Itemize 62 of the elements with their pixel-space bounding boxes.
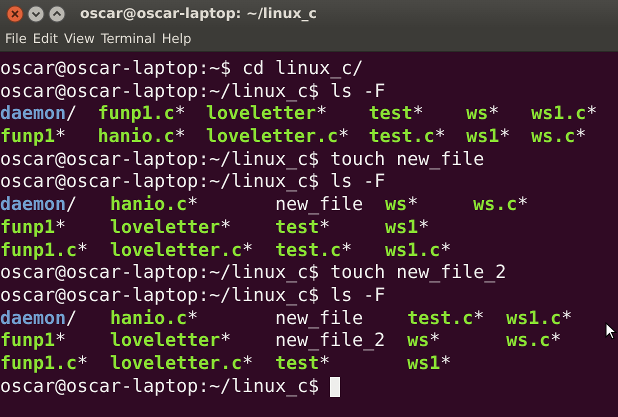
file-name: ws1.c* (385, 240, 452, 262)
file-name: ws1* (385, 216, 430, 240)
file-name: ws* (466, 103, 500, 126)
prompt-text: oscar@oscar-laptop:~/linux_c$ (0, 80, 320, 104)
file-name: loveletter* (110, 330, 232, 353)
window-title: oscar@oscar-laptop: ~/linux_c (80, 6, 317, 22)
file-name: ws1* (407, 352, 452, 376)
menu-item[interactable]: View (60, 30, 98, 48)
prompt-text: oscar@oscar-laptop:~/linux_c$ (0, 262, 320, 285)
prompt-text: oscar@oscar-laptop:~$ (0, 58, 232, 81)
file-name: test.c* (275, 240, 354, 262)
file-name: funp1.c* (0, 240, 90, 262)
file-name: ws* (385, 194, 420, 217)
prompt-text: oscar@oscar-laptop:~/linux_c$ (0, 376, 320, 398)
file-name: loveletter.c* (110, 240, 254, 262)
file-name: loveletter* (206, 103, 328, 126)
file-name: ws1.c* (531, 103, 598, 126)
file-name: test* (368, 103, 425, 126)
file-name: hanio.c* (110, 308, 200, 330)
close-icon[interactable] (6, 4, 24, 22)
command-text: ls -F (330, 171, 386, 194)
file-name: loveletter* (110, 216, 232, 240)
minimize-icon[interactable] (27, 4, 45, 22)
mouse-pointer-icon (605, 322, 617, 340)
menu-item[interactable]: File (2, 30, 30, 48)
prompt-text: oscar@oscar-laptop:~/linux_c$ (0, 148, 320, 172)
file-name: ws.c* (531, 126, 588, 149)
file-name: funp1* (0, 330, 68, 353)
file-name: loveletter.c* (110, 352, 254, 376)
file-name: test* (275, 352, 332, 376)
maximize-icon[interactable] (48, 4, 66, 22)
file-name: ws1.c* (506, 308, 574, 330)
file-name: ws* (407, 330, 442, 353)
file-name: funp1* (0, 126, 68, 149)
file-name: hanio.c* (98, 126, 187, 149)
command-text: ls -F (330, 284, 386, 308)
file-name: funp1* (0, 216, 68, 240)
file-name: loveletter.c* (206, 126, 350, 149)
prompt-text: oscar@oscar-laptop:~/linux_c$ (0, 171, 320, 194)
file-name: new_file (275, 308, 364, 330)
command-text: ls -F (330, 80, 386, 104)
file-name: ws.c* (473, 194, 530, 217)
prompt-text: oscar@oscar-laptop:~/linux_c$ (0, 284, 320, 308)
command-text: cd linux_c/ (242, 58, 364, 81)
file-name: daemon/ (0, 308, 78, 330)
command-text: touch new_file (330, 148, 484, 172)
file-name: test.c* (407, 308, 486, 330)
file-name: ws1* (466, 126, 512, 149)
file-name: test.c* (368, 126, 447, 149)
file-name: hanio.c* (110, 194, 200, 217)
command-text: touch new_file_2 (330, 262, 506, 285)
file-name: test* (275, 216, 332, 240)
file-name: new_file_2 (275, 330, 386, 353)
file-name: funp1.c* (98, 103, 187, 126)
file-name: daemon/ (0, 103, 78, 126)
file-name: new_file (275, 194, 364, 217)
menu-item[interactable]: Help (158, 30, 194, 48)
menu-item[interactable]: Edit (30, 30, 61, 48)
file-name: daemon/ (0, 194, 78, 217)
file-name: funp1.c* (0, 352, 90, 376)
menu-item[interactable]: Terminal (98, 30, 159, 48)
file-name: ws.c* (506, 330, 562, 353)
